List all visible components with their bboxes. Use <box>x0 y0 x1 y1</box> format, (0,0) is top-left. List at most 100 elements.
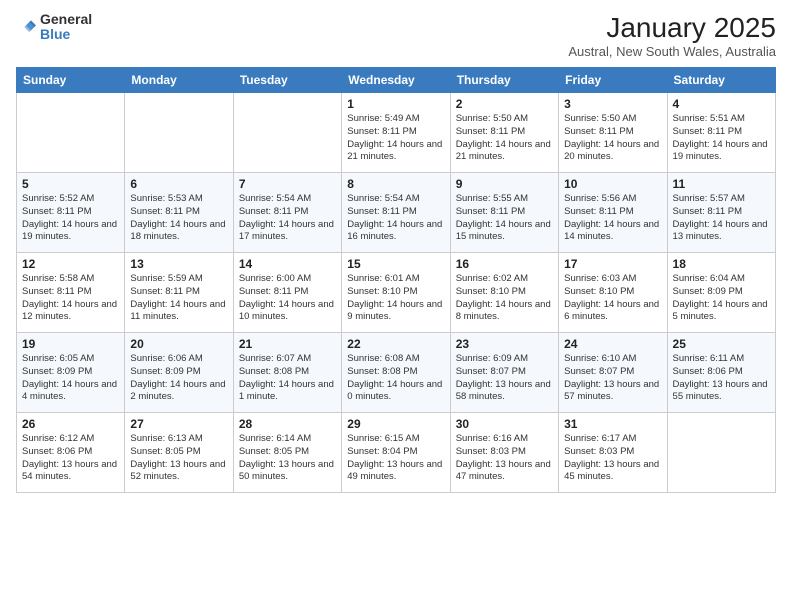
calendar-header-row: Sunday Monday Tuesday Wednesday Thursday… <box>17 68 776 93</box>
day-number: 22 <box>347 337 444 351</box>
day-info: Sunrise: 6:17 AM Sunset: 8:03 PM Dayligh… <box>564 433 661 484</box>
day-info: Sunrise: 6:01 AM Sunset: 8:10 PM Dayligh… <box>347 273 444 324</box>
col-sunday: Sunday <box>17 68 125 93</box>
day-number: 30 <box>456 417 553 431</box>
day-number: 14 <box>239 257 336 271</box>
calendar-week-row: 26 Sunrise: 6:12 AM Sunset: 8:06 PM Dayli… <box>17 413 776 493</box>
table-row: 22 Sunrise: 6:08 AM Sunset: 8:08 PM Dayli… <box>342 333 450 413</box>
table-row: 13Sunrise: 5:59 AM Sunset: 8:11 PM Dayli… <box>125 253 233 333</box>
day-number: 24 <box>564 337 661 351</box>
day-number: 19 <box>22 337 119 351</box>
table-row: 5 Sunrise: 5:52 AM Sunset: 8:11 PM Daylig… <box>17 173 125 253</box>
day-number: 31 <box>564 417 661 431</box>
day-info: Sunrise: 5:52 AM Sunset: 8:11 PM Dayligh… <box>22 193 119 244</box>
table-row: 23 Sunrise: 6:09 AM Sunset: 8:07 PM Dayli… <box>450 333 558 413</box>
logo-blue: Blue <box>40 26 70 42</box>
logo-general: General <box>40 11 92 27</box>
table-row: 21Sunrise: 6:07 AM Sunset: 8:08 PM Dayli… <box>233 333 341 413</box>
day-info: Sunrise: 5:56 AM Sunset: 8:11 PM Dayligh… <box>564 193 661 244</box>
table-row: 27 Sunrise: 6:13 AM Sunset: 8:05 PM Dayli… <box>125 413 233 493</box>
col-thursday: Thursday <box>450 68 558 93</box>
table-row: 10 Sunrise: 5:56 AM Sunset: 8:11 PM Dayli… <box>559 173 667 253</box>
table-row: 9 Sunrise: 5:55 AM Sunset: 8:11 PM Daylig… <box>450 173 558 253</box>
day-number: 8 <box>347 177 444 191</box>
day-number: 18 <box>673 257 770 271</box>
table-row: 29 Sunrise: 6:15 AM Sunset: 8:04 PM Dayli… <box>342 413 450 493</box>
day-info: Sunrise: 6:08 AM Sunset: 8:08 PM Dayligh… <box>347 353 444 404</box>
day-number: 23 <box>456 337 553 351</box>
table-row: 12 Sunrise: 5:58 AM Sunset: 8:11 PM Dayli… <box>17 253 125 333</box>
day-number: 26 <box>22 417 119 431</box>
logo-icon <box>16 17 36 37</box>
table-row: 8 Sunrise: 5:54 AM Sunset: 8:11 PM Daylig… <box>342 173 450 253</box>
day-info: Sunrise: 6:05 AM Sunset: 8:09 PM Dayligh… <box>22 353 119 404</box>
table-row: 18 Sunrise: 6:04 AM Sunset: 8:09 PM Dayli… <box>667 253 775 333</box>
day-info: Sunrise: 5:55 AM Sunset: 8:11 PM Dayligh… <box>456 193 553 244</box>
calendar-week-row: 12 Sunrise: 5:58 AM Sunset: 8:11 PM Dayli… <box>17 253 776 333</box>
table-row: 6 Sunrise: 5:53 AM Sunset: 8:11 PM Daylig… <box>125 173 233 253</box>
table-row <box>17 93 125 173</box>
day-number: 10 <box>564 177 661 191</box>
col-friday: Friday <box>559 68 667 93</box>
day-info: Sunrise: 6:16 AM Sunset: 8:03 PM Dayligh… <box>456 433 553 484</box>
col-saturday: Saturday <box>667 68 775 93</box>
logo: General Blue <box>16 12 92 43</box>
day-number: 27 <box>130 417 227 431</box>
location: Austral, New South Wales, Australia <box>568 44 776 59</box>
table-row <box>667 413 775 493</box>
table-row: 14 Sunrise: 6:00 AM Sunset: 8:11 PM Dayli… <box>233 253 341 333</box>
day-number: 17 <box>564 257 661 271</box>
table-row: 2Sunrise: 5:50 AM Sunset: 8:11 PM Daylig… <box>450 93 558 173</box>
day-info: Sunrise: 6:11 AM Sunset: 8:06 PM Dayligh… <box>673 353 770 404</box>
day-number: 25 <box>673 337 770 351</box>
day-info: Sunrise: 6:03 AM Sunset: 8:10 PM Dayligh… <box>564 273 661 324</box>
day-info: Sunrise: 6:00 AM Sunset: 8:11 PM Dayligh… <box>239 273 336 324</box>
table-row: 26 Sunrise: 6:12 AM Sunset: 8:06 PM Dayli… <box>17 413 125 493</box>
table-row: 19 Sunrise: 6:05 AM Sunset: 8:09 PM Dayli… <box>17 333 125 413</box>
logo-text: General Blue <box>40 12 92 43</box>
calendar: Sunday Monday Tuesday Wednesday Thursday… <box>16 67 776 493</box>
day-number: 28 <box>239 417 336 431</box>
day-info: Sunrise: 5:58 AM Sunset: 8:11 PM Dayligh… <box>22 273 119 324</box>
day-info: Sunrise: 6:06 AM Sunset: 8:09 PM Dayligh… <box>130 353 227 404</box>
table-row: 4Sunrise: 5:51 AM Sunset: 8:11 PM Daylig… <box>667 93 775 173</box>
day-number: 13 <box>130 257 227 271</box>
col-monday: Monday <box>125 68 233 93</box>
table-row: 16Sunrise: 6:02 AM Sunset: 8:10 PM Dayli… <box>450 253 558 333</box>
calendar-week-row: 1Sunrise: 5:49 AM Sunset: 8:11 PM Daylig… <box>17 93 776 173</box>
day-info: Sunrise: 6:12 AM Sunset: 8:06 PM Dayligh… <box>22 433 119 484</box>
day-info: Sunrise: 6:13 AM Sunset: 8:05 PM Dayligh… <box>130 433 227 484</box>
table-row: 25 Sunrise: 6:11 AM Sunset: 8:06 PM Dayli… <box>667 333 775 413</box>
day-info: Sunrise: 6:04 AM Sunset: 8:09 PM Dayligh… <box>673 273 770 324</box>
table-row: 30 Sunrise: 6:16 AM Sunset: 8:03 PM Dayli… <box>450 413 558 493</box>
table-row: 11 Sunrise: 5:57 AM Sunset: 8:11 PM Dayli… <box>667 173 775 253</box>
day-number: 9 <box>456 177 553 191</box>
day-number: 20 <box>130 337 227 351</box>
day-info: Sunrise: 5:50 AM Sunset: 8:11 PM Dayligh… <box>564 113 661 164</box>
header: General Blue January 2025 Austral, New S… <box>16 12 776 59</box>
day-number: 4 <box>673 97 770 111</box>
day-info: Sunrise: 5:54 AM Sunset: 8:11 PM Dayligh… <box>239 193 336 244</box>
day-number: 15 <box>347 257 444 271</box>
day-number: 29 <box>347 417 444 431</box>
day-info: Sunrise: 6:09 AM Sunset: 8:07 PM Dayligh… <box>456 353 553 404</box>
calendar-week-row: 19 Sunrise: 6:05 AM Sunset: 8:09 PM Dayli… <box>17 333 776 413</box>
table-row: 31 Sunrise: 6:17 AM Sunset: 8:03 PM Dayli… <box>559 413 667 493</box>
col-wednesday: Wednesday <box>342 68 450 93</box>
table-row <box>125 93 233 173</box>
day-number: 3 <box>564 97 661 111</box>
day-info: Sunrise: 6:15 AM Sunset: 8:04 PM Dayligh… <box>347 433 444 484</box>
table-row: 28Sunrise: 6:14 AM Sunset: 8:05 PM Dayli… <box>233 413 341 493</box>
day-number: 6 <box>130 177 227 191</box>
table-row: 1Sunrise: 5:49 AM Sunset: 8:11 PM Daylig… <box>342 93 450 173</box>
month-year: January 2025 <box>568 12 776 44</box>
day-number: 5 <box>22 177 119 191</box>
day-number: 11 <box>673 177 770 191</box>
day-number: 12 <box>22 257 119 271</box>
table-row: 24Sunrise: 6:10 AM Sunset: 8:07 PM Dayli… <box>559 333 667 413</box>
page: General Blue January 2025 Austral, New S… <box>0 0 792 612</box>
day-info: Sunrise: 5:54 AM Sunset: 8:11 PM Dayligh… <box>347 193 444 244</box>
day-info: Sunrise: 5:53 AM Sunset: 8:11 PM Dayligh… <box>130 193 227 244</box>
day-info: Sunrise: 5:57 AM Sunset: 8:11 PM Dayligh… <box>673 193 770 244</box>
day-number: 16 <box>456 257 553 271</box>
